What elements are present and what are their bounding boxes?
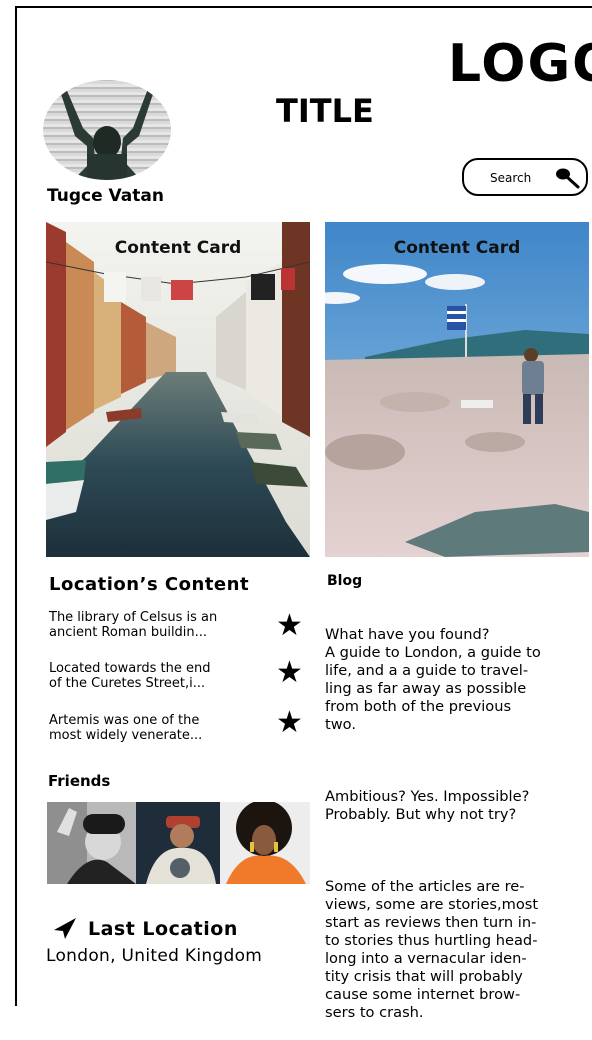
- star-icon[interactable]: ★: [276, 708, 303, 738]
- friends-heading: Friends: [48, 772, 111, 790]
- location-content-heading: Location’s Content: [49, 574, 250, 595]
- profile-name: Tugce Vatan: [47, 186, 164, 206]
- rocky-beach-flag-photo: [325, 222, 589, 557]
- card-title: Content Card: [114, 238, 242, 258]
- blog-paragraph: Ambitious? Yes. Impossible? Probably. Bu…: [325, 788, 530, 823]
- content-card-1[interactable]: Content Card: [46, 222, 310, 557]
- location-arrow-icon: [54, 918, 76, 939]
- star-icon[interactable]: ★: [276, 658, 303, 688]
- page-title: TITLE: [276, 92, 374, 130]
- blog-paragraph: What have you found? A guide to London, …: [325, 626, 541, 733]
- location-item-line: Located towards the end: [49, 661, 211, 676]
- last-location-value: London, United Kingdom: [46, 946, 263, 966]
- last-location-heading: Last Location: [52, 916, 238, 940]
- user-photo: [59, 86, 155, 180]
- logo[interactable]: LOGO: [448, 38, 592, 90]
- blog-heading: Blog: [327, 573, 363, 589]
- content-card-2[interactable]: Content Card: [325, 222, 589, 557]
- blog-paragraph: Some of the articles are re- views, some…: [325, 878, 539, 1021]
- venice-canal-photo: [46, 222, 310, 557]
- location-item-line: Artemis was one of the: [49, 713, 200, 728]
- star-icon[interactable]: ★: [276, 611, 303, 641]
- friend-1-photo[interactable]: [47, 802, 136, 884]
- avatar[interactable]: [43, 80, 171, 180]
- search-icon[interactable]: [554, 166, 582, 194]
- location-item-line: of the Curetes Street,i...: [49, 676, 206, 691]
- location-item-line: most widely venerate...: [49, 728, 203, 743]
- card-title: Content Card: [393, 238, 521, 258]
- location-item[interactable]: Artemis was one of the most widely vener…: [49, 713, 279, 743]
- location-item-line: ancient Roman buildin...: [49, 625, 208, 640]
- search-box[interactable]: Search: [462, 158, 588, 196]
- friend-2-photo[interactable]: [136, 802, 220, 884]
- location-item-line: The library of Celsus is an: [49, 610, 218, 625]
- location-item[interactable]: Located towards the end of the Curetes S…: [49, 661, 279, 691]
- blog-body: What have you found? A guide to London, …: [325, 608, 587, 1040]
- friend-3-photo[interactable]: [220, 802, 310, 884]
- search-label: Search: [490, 171, 532, 185]
- last-location-label: Last Location: [88, 918, 238, 940]
- location-item[interactable]: The library of Celsus is an ancient Roma…: [49, 610, 279, 640]
